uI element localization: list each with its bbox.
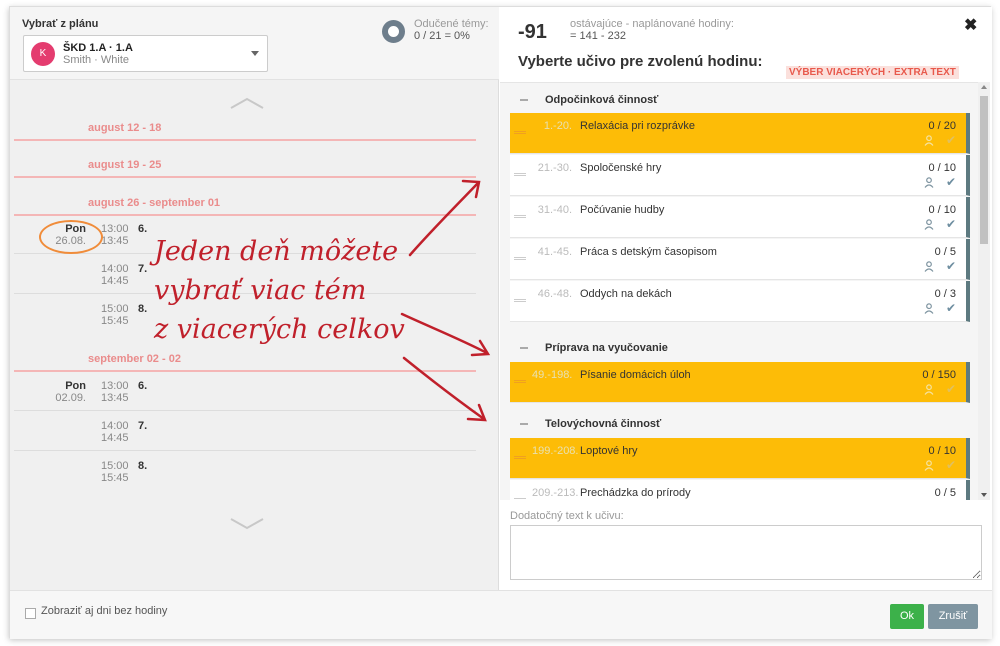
topic-group-header[interactable]: Odpočinková činnosť: [500, 83, 970, 117]
class-teachers: Smith · White: [63, 54, 130, 66]
topic-item[interactable]: 31.-40. Počúvanie hudby 0 / 10 ✔: [510, 197, 970, 238]
check-icon[interactable]: ✔: [946, 382, 956, 396]
progress-label: Odučené témy:: [414, 18, 489, 30]
check-icon[interactable]: ✔: [946, 458, 956, 472]
annotation-circle: [39, 220, 103, 254]
ok-button[interactable]: Ok: [890, 604, 924, 629]
drag-handle-icon[interactable]: [514, 498, 526, 500]
user-icon[interactable]: [924, 384, 934, 395]
scroll-up-arrow-icon[interactable]: [981, 85, 987, 89]
topic-item[interactable]: 21.-30. Spoločenské hry 0 / 10 ✔: [510, 155, 970, 196]
collapse-icon: [520, 99, 528, 101]
user-icon[interactable]: [924, 261, 934, 272]
time-slot[interactable]: 13:00 13:45 6.: [101, 223, 147, 247]
extra-text-input[interactable]: [510, 525, 982, 580]
multi-select-badge[interactable]: VÝBER VIACERÝCH · EXTRA TEXT: [786, 66, 959, 79]
topic-group-header[interactable]: Príprava na vyučovanie: [500, 331, 970, 365]
show-days-label[interactable]: Zobraziť aj dni bez hodiny: [41, 605, 167, 617]
topic-item[interactable]: 41.-45. Práca s detským časopisom 0 / 5 ✔: [510, 239, 970, 280]
week-header: august 19 - 25: [14, 157, 476, 178]
divider: [14, 410, 476, 411]
scroll-down-arrow-icon[interactable]: [981, 493, 987, 497]
user-icon[interactable]: [924, 460, 934, 471]
drag-handle-icon[interactable]: [514, 257, 526, 260]
time-slot[interactable]: 14:00 14:45 7.: [101, 263, 147, 287]
progress-value: 0 / 21 = 0%: [414, 30, 470, 42]
topic-panel: -91 ostávajúce - naplánované hodiny: = 1…: [500, 7, 992, 590]
week-header: august 26 - september 01: [14, 193, 476, 216]
chevron-down-icon: [251, 51, 259, 56]
remaining-hours: -91: [518, 21, 547, 43]
cancel-button[interactable]: Zrušiť: [928, 604, 978, 629]
schedule-panel: Vybrať z plánu K ŠKD 1.A · 1.A Smith · W…: [10, 7, 499, 590]
lesson-topic-dialog: Vybrať z plánu K ŠKD 1.A · 1.A Smith · W…: [9, 6, 992, 639]
check-icon[interactable]: ✔: [946, 175, 956, 189]
panel-title: Vyberte učivo pre zvolenú hodinu:: [518, 53, 763, 70]
drag-handle-icon[interactable]: [514, 215, 526, 218]
check-icon[interactable]: ✔: [946, 259, 956, 273]
annotation-text: Jeden deň môžete: [154, 236, 399, 267]
week-header: september 02 - 02: [14, 347, 476, 372]
divider: [14, 450, 476, 451]
week-header: august 12 - 18: [14, 121, 476, 141]
user-icon[interactable]: [924, 219, 934, 230]
drag-handle-icon[interactable]: [514, 173, 526, 176]
topic-list: Odpočinková činnosť 1.-20. Relaxácia pri …: [500, 82, 978, 500]
drag-handle-icon[interactable]: [514, 299, 526, 302]
time-slot[interactable]: 15:00 15:45 8.: [101, 303, 147, 327]
show-days-checkbox[interactable]: [25, 608, 36, 619]
remaining-label: ostávajúce - naplánované hodiny:: [570, 18, 734, 30]
check-icon[interactable]: ✔: [946, 217, 956, 231]
user-icon[interactable]: [924, 177, 934, 188]
scroll-up-icon[interactable]: [230, 96, 264, 110]
time-slot[interactable]: 13:00 13:45 6.: [101, 380, 147, 404]
annotation-text: vybrať viac tém: [154, 275, 367, 306]
topic-item[interactable]: 209.-213.Prechádzka do prírody0 / 5✔: [510, 480, 970, 500]
time-slot[interactable]: 15:00 15:45 8.: [101, 460, 147, 484]
user-icon[interactable]: [924, 303, 934, 314]
drag-handle-icon[interactable]: [514, 380, 526, 383]
topic-item[interactable]: 49.-198. Písanie domácich úloh 0 / 150 ✔: [510, 362, 970, 403]
close-icon[interactable]: ✖: [964, 15, 977, 35]
class-name: ŠKD 1.A · 1.A: [63, 42, 133, 54]
user-icon[interactable]: [924, 135, 934, 146]
extra-text-label: Dodatočný text k učivu:: [510, 510, 624, 522]
progress-ring-icon: [382, 20, 405, 43]
topic-item[interactable]: 1.-20. Relaxácia pri rozprávke 0 / 20 ✔: [510, 113, 970, 154]
drag-handle-icon[interactable]: [514, 456, 526, 459]
check-icon[interactable]: ✔: [946, 133, 956, 147]
class-select[interactable]: K ŠKD 1.A · 1.A Smith · White: [23, 35, 268, 72]
collapse-icon: [520, 423, 528, 425]
time-slot[interactable]: 14:00 14:45 7.: [101, 420, 147, 444]
avatar: K: [31, 42, 55, 66]
scrollbar[interactable]: [978, 82, 990, 500]
annotation-text: z viacerých celkov: [154, 314, 405, 345]
topic-group-header[interactable]: Telovýchovná činnosť: [500, 407, 970, 441]
topic-item[interactable]: 199.-208. Loptové hry 0 / 10 ✔: [510, 438, 970, 479]
scrollbar-thumb[interactable]: [980, 96, 988, 244]
check-icon[interactable]: ✔: [946, 301, 956, 315]
dialog-footer: Zobraziť aj dni bez hodiny Ok Zrušiť: [10, 590, 992, 639]
collapse-icon: [520, 347, 528, 349]
plan-label: Vybrať z plánu: [22, 18, 99, 30]
drag-handle-icon[interactable]: [514, 131, 526, 134]
topic-item[interactable]: 46.-48. Oddych na dekách 0 / 3 ✔: [510, 281, 970, 322]
remaining-calc: = 141 - 232: [570, 30, 626, 42]
plan-header: Vybrať z plánu K ŠKD 1.A · 1.A Smith · W…: [10, 7, 499, 80]
scroll-down-icon[interactable]: [230, 517, 264, 531]
day-label: Pon 02.09.: [55, 380, 86, 404]
